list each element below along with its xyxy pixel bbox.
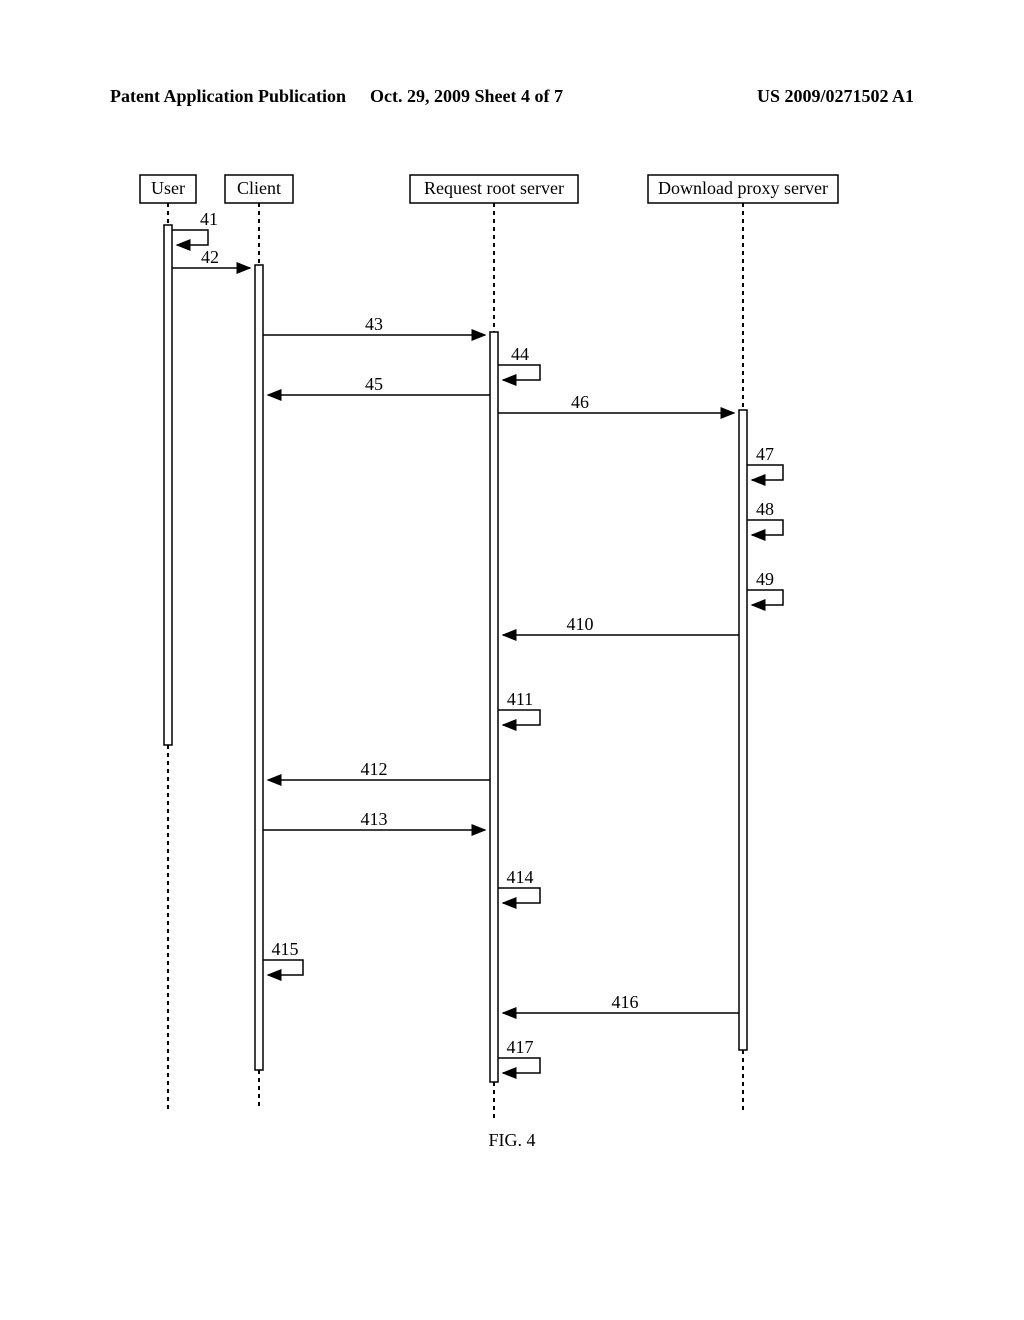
- activation-proxy: [739, 410, 747, 1050]
- message-46-label: 46: [571, 392, 589, 412]
- activation-user: [164, 225, 172, 745]
- message-415: 415: [263, 939, 303, 975]
- message-41-label: 41: [200, 209, 218, 229]
- message-45: 45: [268, 374, 490, 395]
- message-414-label: 414: [507, 867, 534, 887]
- message-411-label: 411: [507, 689, 533, 709]
- message-47-label: 47: [756, 444, 774, 464]
- message-44: 44: [498, 344, 540, 380]
- message-44-label: 44: [511, 344, 529, 364]
- message-45-label: 45: [365, 374, 383, 394]
- message-48-label: 48: [756, 499, 774, 519]
- message-412-label: 412: [361, 759, 388, 779]
- activation-client: [255, 265, 263, 1070]
- message-413: 413: [263, 809, 485, 830]
- actor-proxy-label: Download proxy server: [658, 178, 828, 198]
- message-410-label: 410: [567, 614, 594, 634]
- header-date-sheet: Oct. 29, 2009 Sheet 4 of 7: [370, 86, 563, 107]
- message-410: 410: [503, 614, 739, 635]
- activation-root: [490, 332, 498, 1082]
- actor-user-label: User: [151, 178, 185, 198]
- message-417: 417: [498, 1037, 540, 1073]
- message-49: 49: [747, 569, 783, 605]
- message-415-label: 415: [272, 939, 299, 959]
- message-47: 47: [747, 444, 783, 480]
- message-414: 414: [498, 867, 540, 903]
- actor-proxy: Download proxy server: [648, 175, 838, 203]
- message-416-label: 416: [612, 992, 639, 1012]
- header-publication: Patent Application Publication: [110, 86, 346, 107]
- message-41: 41: [172, 209, 218, 245]
- sequence-diagram: User Client Request root server Download…: [110, 170, 914, 1130]
- message-42-label: 42: [201, 247, 219, 267]
- actor-client: Client: [225, 175, 293, 203]
- message-48: 48: [747, 499, 783, 535]
- actor-root-label: Request root server: [424, 178, 564, 198]
- message-49-label: 49: [756, 569, 774, 589]
- actor-root: Request root server: [410, 175, 578, 203]
- figure-label: FIG. 4: [0, 1130, 1024, 1151]
- actor-client-label: Client: [237, 178, 281, 198]
- message-42: 42: [172, 247, 250, 268]
- message-416: 416: [503, 992, 739, 1013]
- message-46: 46: [498, 392, 734, 413]
- message-43: 43: [263, 314, 485, 335]
- header-patent-number: US 2009/0271502 A1: [757, 86, 914, 107]
- message-411: 411: [498, 689, 540, 725]
- message-412: 412: [268, 759, 490, 780]
- message-417-label: 417: [507, 1037, 534, 1057]
- message-43-label: 43: [365, 314, 383, 334]
- actor-user: User: [140, 175, 196, 203]
- message-413-label: 413: [361, 809, 388, 829]
